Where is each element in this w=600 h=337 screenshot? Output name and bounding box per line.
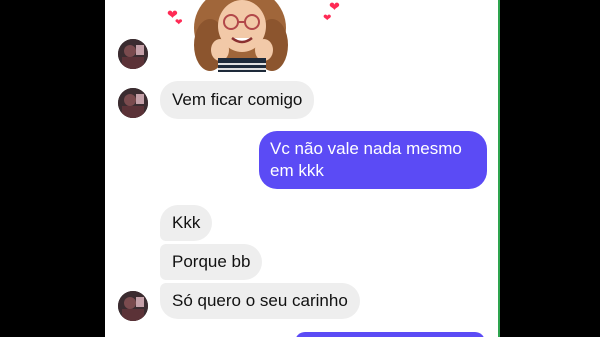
- contact-avatar[interactable]: [118, 88, 148, 118]
- outgoing-message-partial[interactable]: [295, 332, 485, 337]
- heart-icon: ❤: [323, 13, 332, 24]
- incoming-message[interactable]: Só quero o seu carinho: [160, 283, 360, 319]
- contact-avatar[interactable]: [118, 291, 148, 321]
- contact-avatar[interactable]: [118, 39, 148, 69]
- outgoing-message[interactable]: Vc não vale nada mesmo em kkk: [259, 131, 487, 189]
- incoming-message[interactable]: Vem ficar comigo: [160, 81, 315, 119]
- window-edge: [498, 0, 500, 337]
- chat-thread: ❤ ❤ ❤ ❤ Vem ficar comigo Vc não vale nad…: [105, 0, 498, 337]
- sticker-message[interactable]: ❤ ❤ ❤ ❤: [165, 0, 340, 72]
- incoming-message[interactable]: Kkk: [160, 205, 213, 241]
- incoming-message[interactable]: Porque bb: [160, 244, 263, 280]
- memoji-icon: [194, 0, 288, 72]
